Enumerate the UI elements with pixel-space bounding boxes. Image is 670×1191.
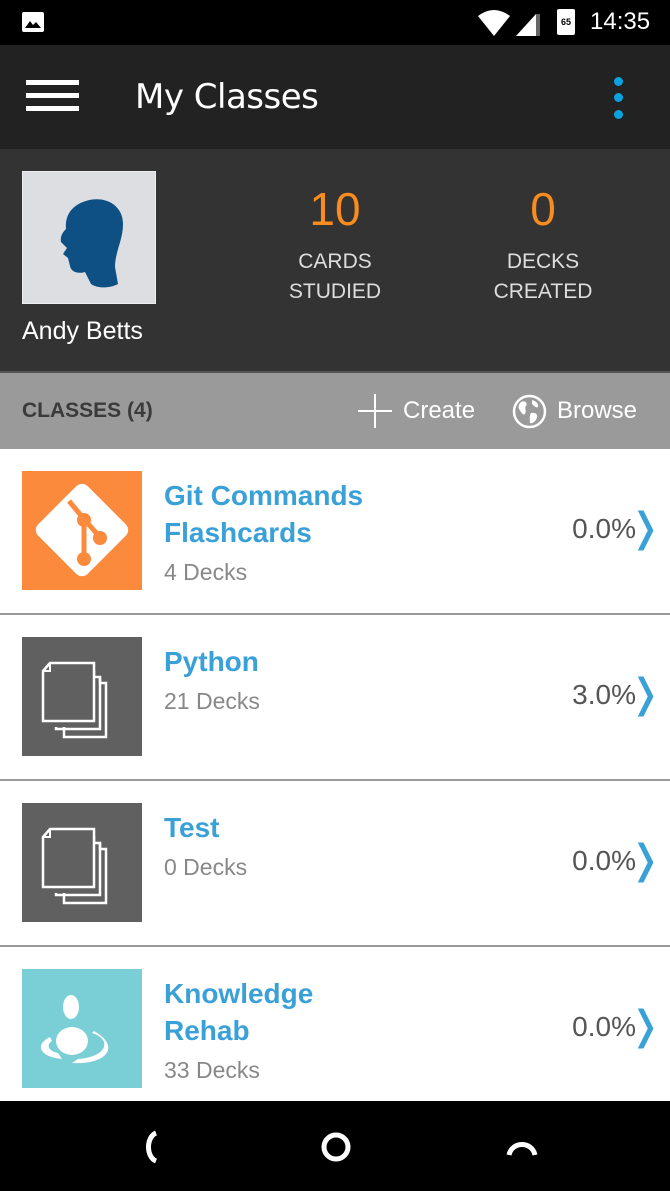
deck-count: 33 Decks [164, 1057, 260, 1083]
create-button[interactable]: Create [358, 393, 475, 429]
progress-percent: 0.0% [572, 1011, 636, 1042]
stat-label: CREATED [493, 280, 593, 303]
status-bar: 65 14:35 [0, 0, 670, 45]
chevron-right-icon: ❭ [628, 837, 662, 883]
stat-value: 0 [530, 183, 556, 235]
class-name: Python [164, 646, 259, 677]
progress-percent: 0.0% [572, 845, 636, 876]
deck-count: 4 Decks [164, 559, 248, 585]
battery-icon: 65 [557, 9, 575, 35]
profile-summary: Andy Betts 10 CARDS STUDIED 0 DECKS CREA… [0, 149, 670, 371]
page-title: My Classes [135, 77, 319, 117]
battery-level: 65 [560, 17, 571, 27]
browse-button[interactable]: Browse [512, 393, 637, 429]
progress-percent: 0.0% [572, 513, 636, 544]
person-ripple-icon [22, 969, 142, 1088]
home-icon[interactable] [318, 1129, 354, 1165]
stacked-cards-icon [22, 803, 142, 922]
more-vert-icon[interactable] [608, 75, 628, 121]
stacked-cards-icon [22, 637, 142, 756]
classes-header: CLASSES (4) Create Browse [0, 371, 670, 449]
cell-signal-icon [516, 14, 540, 36]
globe-icon [512, 394, 547, 428]
user-name: Andy Betts [22, 317, 143, 345]
create-label: Create [403, 397, 476, 424]
stat-label: CARDS [298, 250, 372, 273]
chevron-right-icon: ❭ [628, 1003, 662, 1049]
image-notification-icon [22, 12, 44, 32]
plus-icon [358, 394, 392, 428]
class-name-line2: Flashcards [164, 517, 312, 548]
stat-value: 10 [309, 183, 361, 235]
deck-count: 0 Decks [164, 854, 248, 880]
class-name: Git Commands [164, 480, 364, 511]
class-row-test[interactable]: Test 0 Decks 0.0% ❭ [0, 781, 670, 947]
wifi-icon [478, 10, 510, 36]
recents-icon[interactable] [504, 1129, 540, 1165]
stat-cards-studied: 10 CARDS STUDIED [235, 183, 435, 307]
app-bar: My Classes [0, 45, 670, 149]
classes-count: CLASSES (4) [22, 399, 153, 422]
class-row-git-commands[interactable]: Git Commands Flashcards 4 Decks 0.0% ❭ [0, 449, 670, 615]
git-logo-icon [22, 471, 142, 590]
class-row-python[interactable]: Python 21 Decks 3.0% ❭ [0, 615, 670, 781]
chevron-right-icon: ❭ [628, 671, 662, 717]
head-silhouette-icon [60, 199, 123, 288]
back-icon[interactable] [140, 1129, 160, 1165]
avatar[interactable] [22, 171, 156, 304]
progress-percent: 3.0% [572, 679, 636, 710]
hamburger-menu-icon[interactable] [26, 78, 79, 114]
browse-label: Browse [557, 397, 638, 424]
stat-label: DECKS [506, 250, 580, 273]
class-list: Git Commands Flashcards 4 Decks 0.0% ❭ P… [0, 449, 670, 1152]
system-nav-bar [0, 1101, 670, 1191]
class-name: Knowledge [164, 978, 314, 1009]
deck-count: 21 Decks [164, 688, 260, 714]
clock: 14:35 [590, 8, 651, 35]
stat-label: STUDIED [288, 280, 382, 303]
chevron-right-icon: ❭ [628, 505, 662, 551]
stat-decks-created: 0 DECKS CREATED [443, 183, 643, 307]
class-name-line2: Rehab [164, 1015, 250, 1046]
class-name: Test [164, 812, 220, 843]
